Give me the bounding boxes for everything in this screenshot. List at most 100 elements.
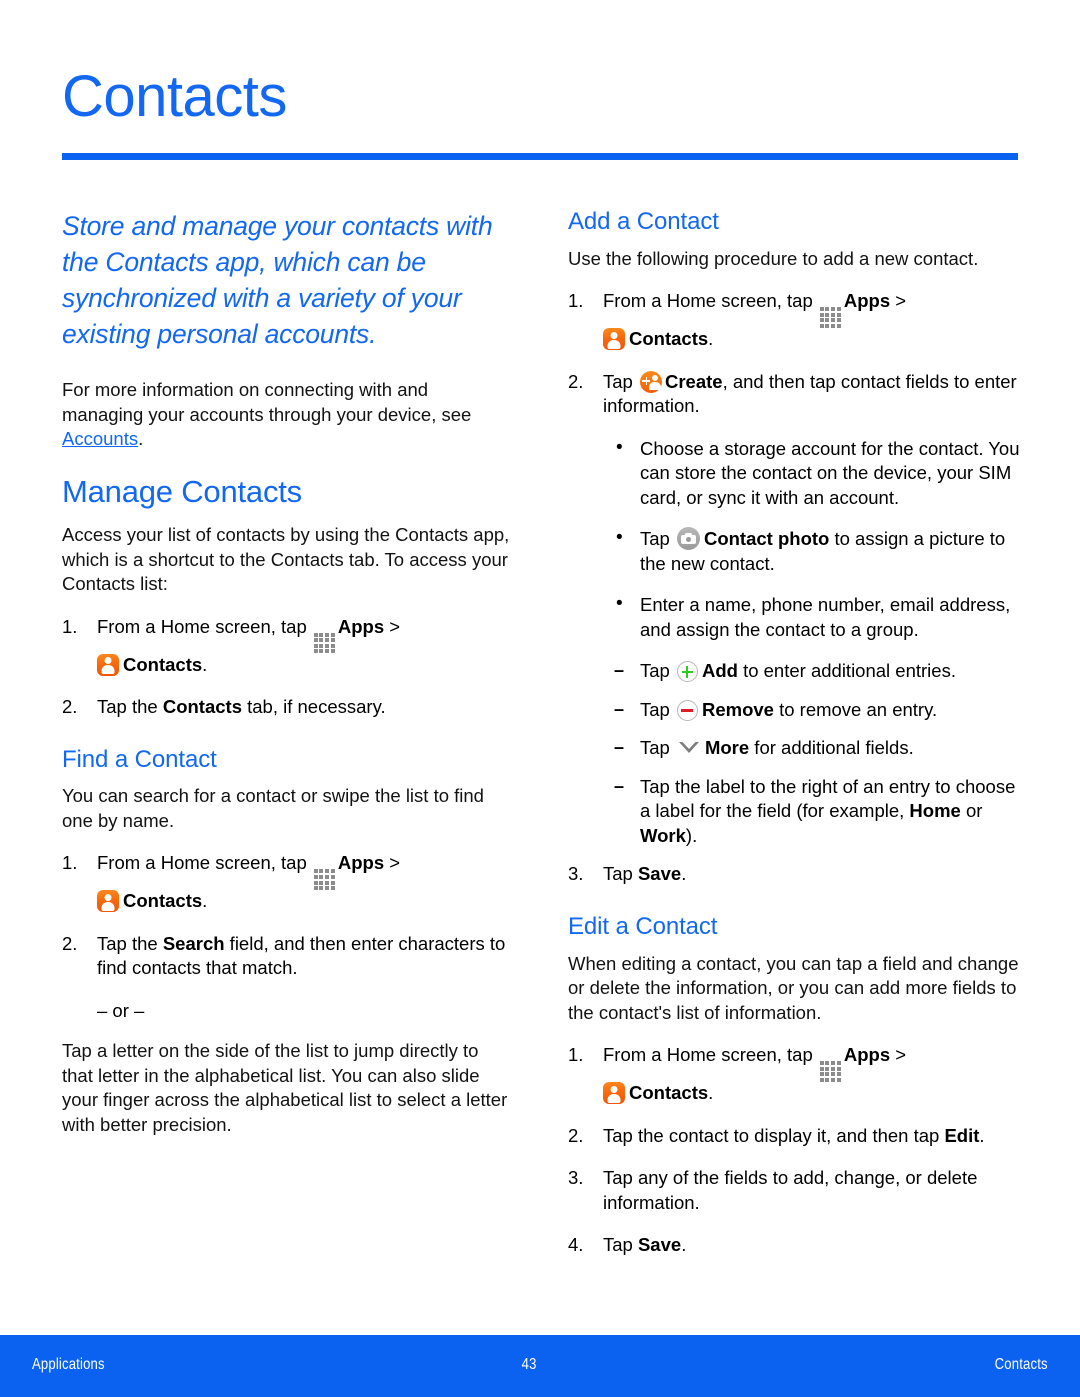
step-text-post: .: [708, 1082, 714, 1104]
dash-text-post: for additional fields.: [749, 737, 914, 759]
dash-text-pre: Tap: [640, 698, 675, 720]
step-number: 4.: [568, 1234, 584, 1256]
step-text-mid: >: [384, 852, 401, 874]
create-contact-icon: [639, 370, 662, 393]
list-item: Tap Add to enter additional entries.: [613, 658, 1020, 684]
manage-contacts-steps: 1. From a Home screen, tap Apps > Contact…: [62, 615, 514, 720]
add-plus-icon: [676, 661, 698, 683]
add-contact-sub-bullets: Tap Add to enter additional entries. Tap…: [613, 658, 1020, 849]
step-text-pre: Tap: [603, 1234, 638, 1256]
edit-a-contact-paragraph: When editing a contact, you can tap a fi…: [568, 952, 1019, 1023]
chevron-down-icon: [677, 739, 701, 757]
intro-lede: Store and manage your contacts with the …: [62, 211, 493, 349]
step-number: 3.: [568, 863, 584, 885]
list-item: 1. From a Home screen, tap Apps > Contact…: [62, 851, 514, 914]
apps-grid-icon: [313, 869, 335, 891]
step-text-post: tab, if necessary.: [241, 696, 386, 718]
manage-contacts-paragraph: Access your list of contacts by using th…: [62, 524, 510, 595]
list-item: 2. Tap the contact to display it, and the…: [568, 1124, 1020, 1149]
contacts-label: Contacts: [123, 653, 203, 675]
apps-grid-icon: [313, 632, 335, 654]
list-item: Tap More for additional fields.: [613, 735, 1020, 761]
bullet-text-pre: Tap: [640, 528, 675, 550]
list-item: Tap the label to the right of an entry t…: [613, 774, 1020, 849]
dash-text-pre: Tap: [640, 737, 675, 759]
step-bold: Search: [162, 932, 225, 954]
step-text-pre: Tap: [603, 370, 638, 392]
apps-label: Apps: [843, 1044, 891, 1066]
dash-text-post: to remove an entry.: [773, 698, 938, 720]
create-label: Create: [664, 370, 723, 392]
apps-grid-icon: [819, 307, 841, 329]
dash-bold: Home: [909, 800, 961, 822]
step-bold: Save: [637, 1234, 682, 1256]
remove-minus-icon: [676, 699, 698, 721]
contacts-label: Contacts: [629, 328, 709, 350]
apps-label: Apps: [843, 290, 891, 312]
step-number: 1.: [568, 1044, 584, 1066]
contacts-app-icon: [97, 653, 119, 676]
step-text-pre: Tap the contact to display it, and then …: [603, 1124, 945, 1146]
dash-bold-2: Work: [640, 824, 686, 846]
dash-text-post: ).: [685, 824, 698, 846]
intro-paragraph-post: .: [138, 428, 144, 449]
list-item: 4. Tap Save.: [568, 1233, 1020, 1258]
list-item: Enter a name, phone number, email addres…: [613, 592, 1020, 642]
bullet-bold: Contact photo: [703, 528, 830, 550]
footer-section-label: Applications: [32, 1356, 105, 1373]
step-text-post: .: [202, 890, 208, 912]
add-a-contact-paragraph: Use the following procedure to add a new…: [568, 247, 979, 269]
step-bold: Contacts: [162, 696, 242, 718]
list-item: 1. From a Home screen, tap Apps > Contact…: [62, 615, 514, 678]
document-page: Contacts Store and manage your contacts …: [0, 0, 1080, 1397]
list-item: 2. Tap the Search field, and then enter c…: [62, 932, 514, 981]
manage-contacts-heading: Manage Contacts: [62, 473, 302, 509]
find-a-contact-heading: Find a Contact: [62, 745, 217, 773]
find-a-contact-steps: 1. From a Home screen, tap Apps > Contact…: [62, 851, 514, 981]
step-text-pre: Tap the: [97, 696, 163, 718]
or-separator: – or –: [97, 999, 145, 1021]
step-text-pre: Tap: [603, 863, 638, 885]
contacts-label: Contacts: [629, 1082, 709, 1104]
contacts-app-icon: [603, 328, 625, 351]
step-text-mid: >: [890, 1044, 907, 1066]
footer-chapter-label: Contacts: [994, 1356, 1048, 1373]
contacts-app-icon: [603, 1082, 625, 1105]
intro-paragraph: For more information on connecting with …: [62, 378, 514, 452]
step-text-post: .: [708, 328, 714, 350]
list-item: 1. From a Home screen, tap Apps > Contact…: [568, 1043, 1020, 1106]
step-number: 2.: [62, 696, 78, 718]
add-contact-bullets: Choose a storage account for the contact…: [613, 436, 1020, 643]
step-text-mid: >: [384, 615, 401, 637]
dash-bold: More: [704, 737, 750, 759]
find-a-contact-paragraph: You can search for a contact or swipe th…: [62, 785, 484, 831]
list-item: 1. From a Home screen, tap Apps > Contact…: [568, 289, 1020, 352]
step-bold: Save: [637, 863, 682, 885]
page-title: Contacts: [62, 64, 287, 129]
find-alternative-paragraph: Tap a letter on the side of the list to …: [62, 1040, 508, 1135]
step-number: 2.: [568, 1124, 584, 1146]
accounts-link[interactable]: Accounts: [62, 428, 138, 449]
title-divider: [62, 153, 1018, 160]
step-text-mid: >: [890, 290, 907, 312]
list-item: 3. Tap any of the fields to add, change, …: [568, 1166, 1020, 1215]
intro-paragraph-pre: For more information on connecting with …: [62, 379, 472, 425]
dash-text-pre: Tap: [640, 660, 675, 682]
step-bold: Edit: [944, 1124, 980, 1146]
edit-a-contact-heading: Edit a Contact: [568, 912, 718, 940]
step-text-pre: From a Home screen, tap: [603, 1044, 818, 1066]
dash-text-mid: or: [960, 800, 983, 822]
list-item: 3. Tap Save.: [568, 862, 1020, 887]
apps-label: Apps: [337, 852, 385, 874]
page-footer: Applications 43 Contacts: [0, 1335, 1080, 1397]
left-column: Store and manage your contacts with the …: [62, 208, 514, 1155]
list-item: Tap Remove to remove an entry.: [613, 697, 1020, 723]
contacts-label: Contacts: [123, 890, 203, 912]
step-number: 3.: [568, 1167, 584, 1189]
right-column: Add a Contact Use the following procedur…: [568, 208, 1020, 1276]
step-text-pre: From a Home screen, tap: [97, 852, 312, 874]
dash-text-post: to enter additional entries.: [737, 660, 956, 682]
dash-bold: Remove: [701, 698, 774, 720]
contacts-app-icon: [97, 890, 119, 913]
step-number: 1.: [568, 290, 584, 312]
